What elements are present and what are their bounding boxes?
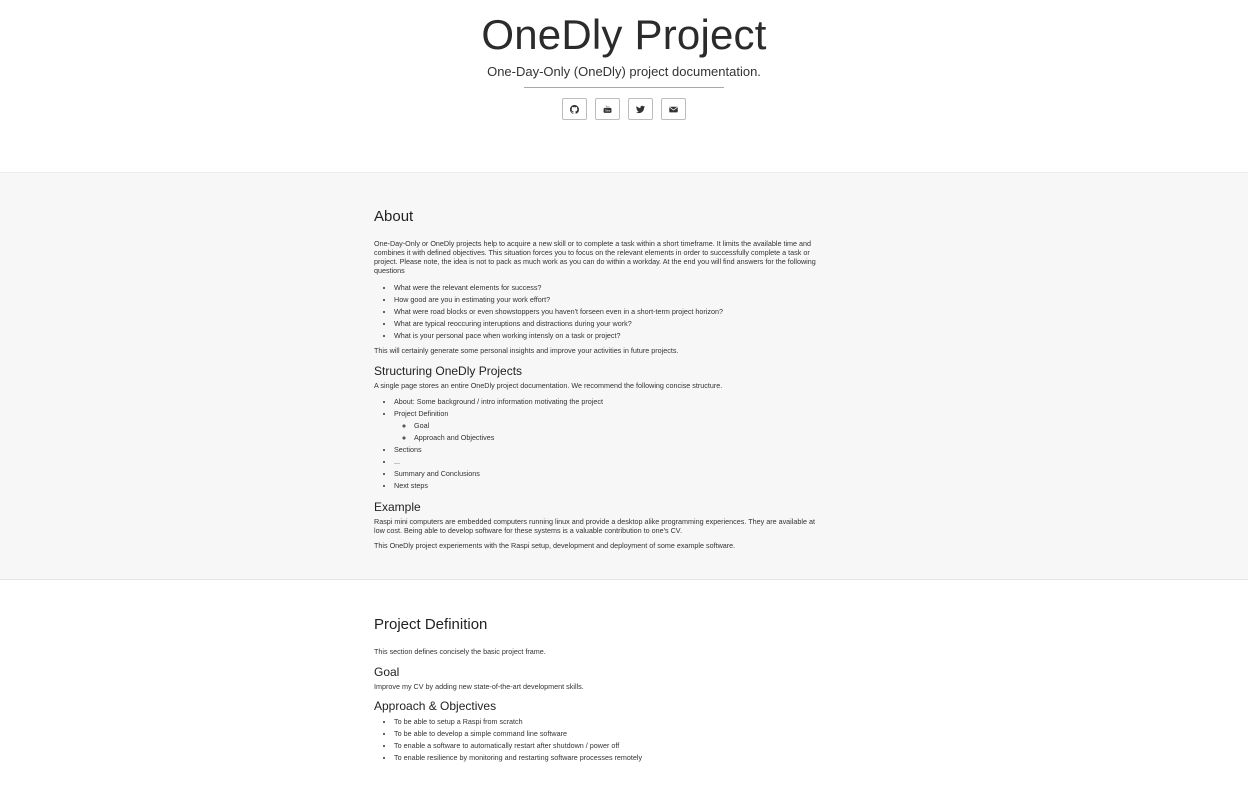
github-button[interactable]	[562, 98, 587, 121]
site-subtitle: One-Day-Only (OneDly) project documentat…	[487, 64, 761, 80]
project-definition-section: Project Definition This section defines …	[0, 580, 1248, 764]
twitter-button[interactable]	[628, 98, 653, 121]
questions-list: What were the relevant elements for succ…	[374, 282, 826, 342]
list-item: ...	[394, 456, 826, 468]
youtube-button[interactable]: You Tube	[595, 98, 620, 121]
social-links: You Tube	[0, 98, 1248, 121]
site-header: OneDly Project One-Day-Only (OneDly) pro…	[0, 0, 1248, 172]
goal-text: Improve my CV by adding new state-of-the…	[374, 682, 584, 691]
list-item: Project Definition Goal Approach and Obj…	[394, 408, 826, 444]
about-closing: This will certainly generate some person…	[374, 346, 679, 355]
project-definition-heading: Project Definition	[374, 616, 488, 633]
approach-heading: Approach & Objectives	[374, 699, 497, 713]
envelope-icon	[669, 105, 678, 114]
svg-text:Tube: Tube	[605, 109, 611, 112]
list-item: To be able to develop a simple command l…	[394, 728, 826, 740]
example-heading: Example	[374, 500, 421, 514]
approach-list: To be able to setup a Raspi from scratch…	[374, 716, 826, 764]
list-item: To enable resilience by monitoring and r…	[394, 752, 826, 764]
list-item: What were the relevant elements for succ…	[394, 282, 826, 294]
list-item: How good are you in estimating your work…	[394, 294, 826, 306]
list-item: To be able to setup a Raspi from scratch	[394, 716, 826, 728]
github-icon	[570, 104, 579, 114]
structuring-heading: Structuring OneDly Projects	[374, 364, 523, 378]
youtube-icon: You Tube	[603, 105, 612, 114]
example-text: Raspi mini computers are embedded comput…	[374, 517, 815, 535]
site-title: OneDly Project	[481, 11, 767, 58]
project-definition-intro: This section defines concisely the basic…	[374, 647, 546, 656]
about-section: About One-Day-Only or OneDly projects he…	[0, 172, 1248, 580]
goal-heading: Goal	[374, 665, 400, 679]
list-item: To enable a software to automatically re…	[394, 740, 826, 752]
twitter-icon	[636, 105, 645, 114]
list-item: Summary and Conclusions	[394, 468, 826, 480]
svg-text:You: You	[606, 105, 610, 108]
example-text-2: This OneDly project experiements with th…	[374, 541, 736, 550]
structure-sublist: Goal Approach and Objectives	[394, 420, 826, 444]
list-item: Approach and Objectives	[414, 432, 826, 444]
list-item: Sections	[394, 444, 826, 456]
list-item: What is your personal pace when working …	[394, 330, 826, 342]
about-heading: About	[374, 208, 414, 225]
list-item: What are typical reoccuring interuptions…	[394, 318, 826, 330]
list-item: Next steps	[394, 480, 826, 492]
about-intro: One-Day-Only or OneDly projects help to …	[374, 239, 816, 275]
list-item: About: Some background / intro informati…	[394, 396, 826, 408]
header-divider	[524, 87, 724, 89]
list-item: What were road blocks or even showstoppe…	[394, 306, 826, 318]
email-button[interactable]	[661, 98, 686, 121]
list-item-label: Project Definition	[394, 409, 449, 418]
structure-list: About: Some background / intro informati…	[374, 396, 826, 492]
structuring-text: A single page stores an entire OneDly pr…	[374, 381, 723, 390]
list-item: Goal	[414, 420, 826, 432]
